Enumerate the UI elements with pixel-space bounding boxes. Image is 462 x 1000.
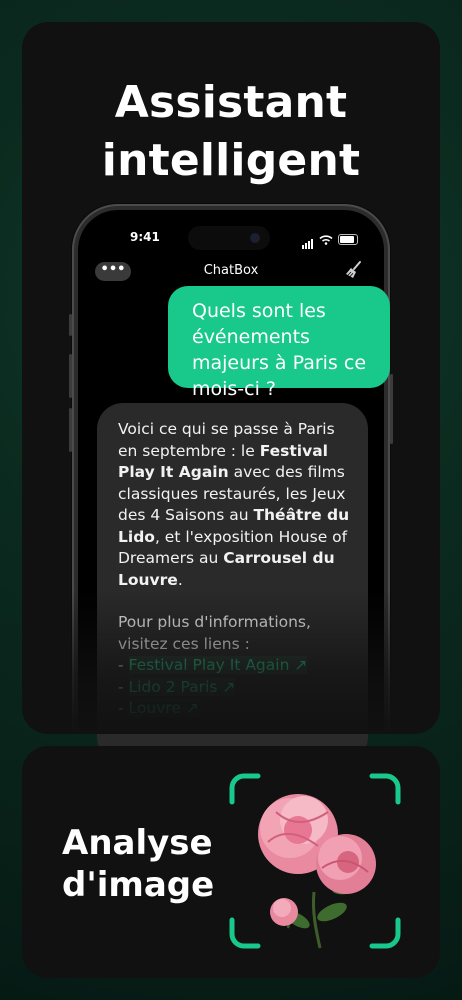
phone-mute-button [69,314,72,336]
status-time: 9:41 [130,230,160,244]
link-lido[interactable]: Lido 2 Paris ↗ [128,677,236,696]
link-item-lido: - Lido 2 Paris ↗ [118,677,236,696]
feature-title-line2: intelligent [101,135,361,186]
user-message-bubble: Quels sont les événements majeurs à Pari… [168,286,390,400]
image-scan-frame [229,773,401,949]
camera-icon [250,233,260,243]
feature-title-image: Analyse d'image [62,823,215,905]
user-message-text: Quels sont les événements majeurs à Pari… [192,300,367,400]
dynamic-island [188,226,270,250]
assistant-message-bubble: Voici ce qui se passe à Paris en septemb… [97,403,368,763]
wifi-icon [319,234,333,245]
feature-title-line1: Assistant [114,77,348,128]
signal-icon [302,230,314,249]
broom-icon[interactable] [344,260,364,280]
status-icons [302,230,358,249]
peony-flower-icon [258,794,376,949]
link-louvre[interactable]: Louvre ↗ [128,699,199,717]
app-title: ChatBox [203,263,259,278]
feature-card-image-analysis: Analyse d'image [22,746,440,978]
assistant-message-paragraph1: Voici ce qui se passe à Paris en septemb… [118,420,350,589]
phone-volume-up-button [69,354,72,398]
link-item-festival: - Festival Play It Again ↗ [118,656,308,674]
link-item-louvre: - Louvre ↗ [118,699,199,717]
feature-title: Assistant intelligent [22,74,440,190]
battery-icon [338,234,358,245]
link-festival[interactable]: Festival Play It Again ↗ [128,656,308,674]
assistant-message-paragraph2: Pour plus d'informations, visitez ces li… [118,613,311,653]
phone-power-button [390,374,393,444]
phone-volume-down-button [69,408,72,452]
